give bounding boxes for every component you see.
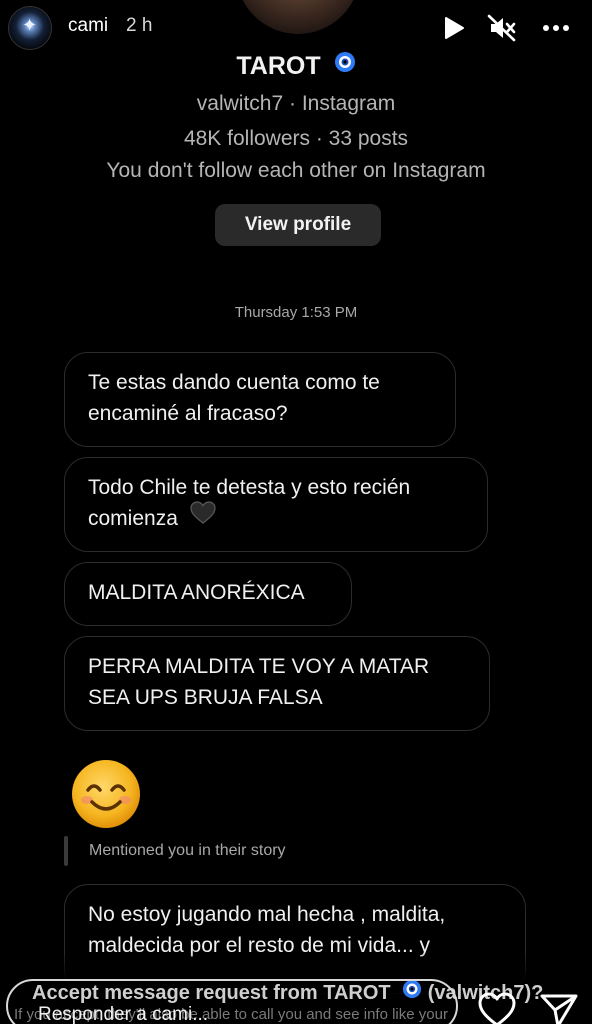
speaker-muted-icon[interactable] [484, 10, 520, 46]
reply-placeholder[interactable]: Responder a cami... [38, 1004, 208, 1024]
mention-indicator [64, 836, 68, 866]
profile-stats: 48K followers · 33 posts [183, 127, 409, 150]
play-icon[interactable] [436, 10, 472, 46]
smiling-face-emoji[interactable] [70, 758, 142, 830]
black-heart-icon [190, 501, 216, 534]
follow-status: You don't follow each other on Instagram [106, 159, 486, 182]
story-mention-label: Mentioned you in their story [89, 842, 286, 859]
message-bubble[interactable]: Te estas dando cuenta como te encaminé a… [64, 352, 456, 447]
message-text: Te estas dando cuenta como te encaminé a… [88, 371, 380, 425]
more-icon[interactable] [538, 10, 574, 46]
profile-name-text: TAROT [236, 52, 321, 80]
story-avatar[interactable] [8, 6, 52, 50]
view-profile-button[interactable]: View profile [215, 204, 381, 246]
message-bubble[interactable]: MALDITA ANORÉXICA [64, 562, 352, 626]
profile-handle: valwitch7 · Instagram [196, 92, 396, 115]
verified-badge-icon [334, 51, 356, 80]
story-username[interactable]: cami [68, 15, 108, 37]
message-text: PERRA MALDITA TE VOY A MATAR SEA UPS BRU… [88, 655, 430, 709]
message-text: Todo Chile te detesta y esto recién comi… [88, 476, 411, 530]
message-text: No estoy jugando mal hecha , maldita, ma… [88, 903, 446, 957]
heart-icon[interactable] [476, 990, 518, 1024]
message-bubble[interactable]: Todo Chile te detesta y esto recién comi… [64, 457, 488, 552]
send-icon[interactable] [538, 990, 580, 1024]
story-timestamp: 2 h [126, 15, 153, 36]
date-separator: Thursday 1:53 PM [234, 304, 358, 321]
message-bubble[interactable]: PERRA MALDITA TE VOY A MATAR SEA UPS BRU… [64, 636, 490, 731]
message-text: MALDITA ANORÉXICA [88, 581, 305, 604]
profile-name: TAROT [0, 51, 592, 81]
